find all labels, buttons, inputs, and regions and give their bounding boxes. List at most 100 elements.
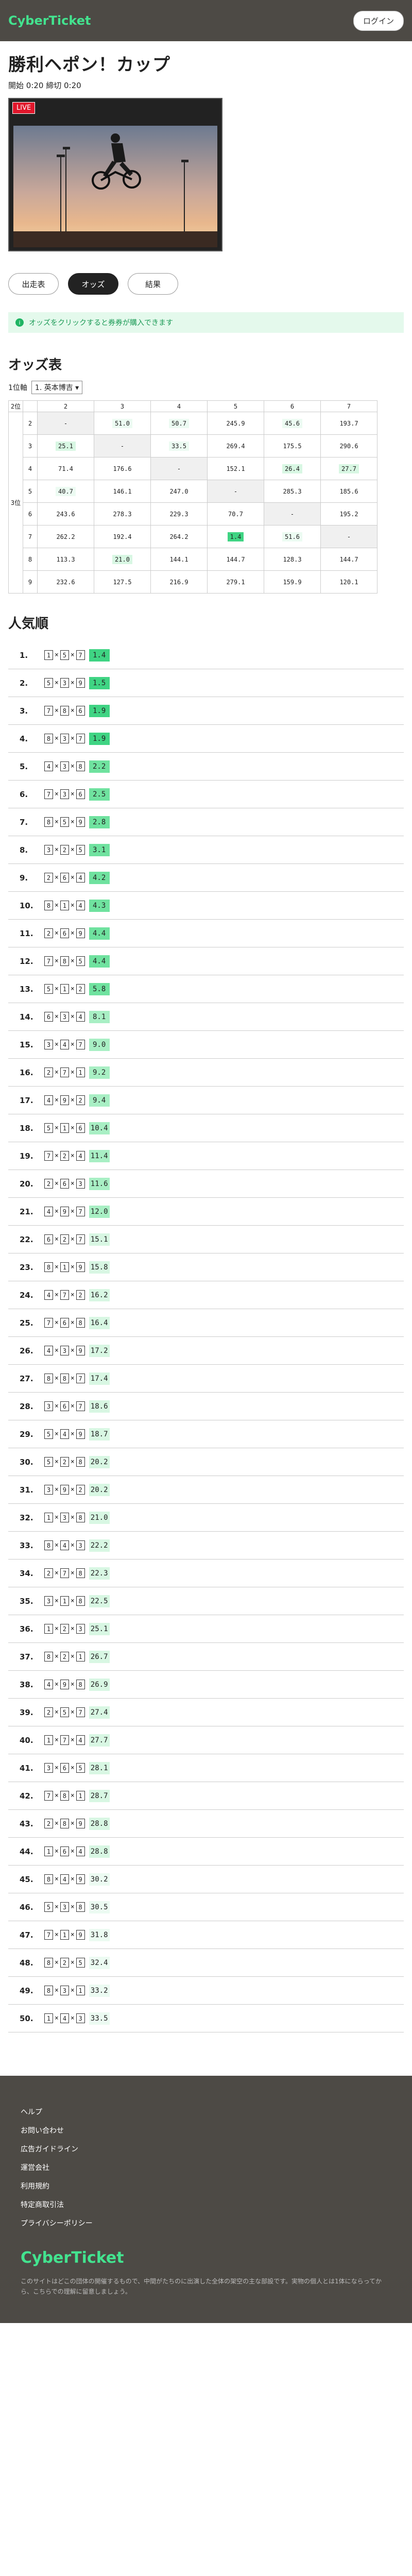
odds-cell[interactable]: 243.6 xyxy=(37,502,94,526)
popular-row[interactable]: 4. 8 × 3 × 7 1.9 xyxy=(8,725,404,753)
popular-odds[interactable]: 16.4 xyxy=(89,1316,110,1329)
popular-row[interactable]: 16. 2 × 7 × 1 9.2 xyxy=(8,1059,404,1087)
popular-odds[interactable]: 11.6 xyxy=(89,1177,110,1190)
popular-row[interactable]: 50. 1 × 4 × 3 33.5 xyxy=(8,2005,404,2032)
popular-row[interactable]: 48. 8 × 2 × 5 32.4 xyxy=(8,1949,404,1977)
popular-odds[interactable]: 30.2 xyxy=(89,1873,110,1886)
popular-odds[interactable]: 9.4 xyxy=(89,1094,110,1107)
popular-row[interactable]: 6. 7 × 3 × 6 2.5 xyxy=(8,781,404,808)
odds-cell[interactable]: 192.4 xyxy=(94,525,151,548)
popular-row[interactable]: 5. 4 × 3 × 8 2.2 xyxy=(8,753,404,781)
popular-odds[interactable]: 11.4 xyxy=(89,1149,110,1162)
popular-odds[interactable]: 8.1 xyxy=(89,1010,110,1023)
odds-cell[interactable]: 185.6 xyxy=(320,480,377,503)
popular-row[interactable]: 45. 8 × 4 × 9 30.2 xyxy=(8,1866,404,1893)
odds-cell[interactable]: 262.2 xyxy=(37,525,94,548)
odds-cell[interactable]: - xyxy=(150,457,208,480)
login-button[interactable]: ログイン xyxy=(353,10,404,31)
odds-cell[interactable]: 33.5 xyxy=(150,434,208,457)
popular-row[interactable]: 32. 1 × 3 × 8 21.0 xyxy=(8,1504,404,1532)
popular-row[interactable]: 33. 8 × 4 × 3 22.2 xyxy=(8,1532,404,1560)
odds-cell[interactable]: 152.1 xyxy=(207,457,264,480)
popular-odds[interactable]: 1.4 xyxy=(89,649,110,662)
popular-odds[interactable]: 22.5 xyxy=(89,1595,110,1607)
popular-odds[interactable]: 28.8 xyxy=(89,1817,110,1830)
odds-cell[interactable]: 128.3 xyxy=(264,548,321,571)
odds-cell[interactable]: 71.4 xyxy=(37,457,94,480)
popular-row[interactable]: 47. 7 × 1 × 9 31.8 xyxy=(8,1921,404,1949)
popular-odds[interactable]: 1.9 xyxy=(89,732,110,745)
odds-cell[interactable]: 229.3 xyxy=(150,502,208,526)
odds-cell[interactable]: - xyxy=(207,480,264,503)
popular-odds[interactable]: 33.5 xyxy=(89,2012,110,2025)
odds-cell[interactable]: - xyxy=(264,502,321,526)
odds-cell[interactable]: 278.3 xyxy=(94,502,151,526)
popular-odds[interactable]: 15.8 xyxy=(89,1261,110,1274)
popular-row[interactable]: 3. 7 × 8 × 6 1.9 xyxy=(8,697,404,725)
odds-table-wrap[interactable]: 2位 2 3 4 5 6 7 3位 2-51.0 50.7 245.9 45.6 193.7 3 25.1-… xyxy=(8,400,412,594)
popular-odds[interactable]: 27.4 xyxy=(89,1706,110,1719)
odds-cell[interactable]: 51.6 xyxy=(264,525,321,548)
popular-row[interactable]: 22. 6 × 2 × 7 15.1 xyxy=(8,1226,404,1253)
popular-row[interactable]: 19. 7 × 2 × 4 11.4 xyxy=(8,1142,404,1170)
odds-cell[interactable]: 175.5 xyxy=(264,434,321,457)
popular-row[interactable]: 35. 3 × 1 × 8 22.5 xyxy=(8,1587,404,1615)
popular-row[interactable]: 44. 1 × 6 × 4 28.8 xyxy=(8,1838,404,1866)
popular-odds[interactable]: 9.0 xyxy=(89,1038,110,1051)
popular-row[interactable]: 15. 3 × 4 × 7 9.0 xyxy=(8,1031,404,1059)
odds-cell[interactable]: 269.4 xyxy=(207,434,264,457)
popular-odds[interactable]: 2.5 xyxy=(89,788,110,801)
popular-odds[interactable]: 4.4 xyxy=(89,927,110,940)
footer-link[interactable]: プライバシーポリシー xyxy=(21,2218,391,2228)
odds-cell[interactable]: 51.0 xyxy=(94,412,151,435)
popular-row[interactable]: 26. 4 × 3 × 9 17.2 xyxy=(8,1337,404,1365)
footer-link[interactable]: 利用規約 xyxy=(21,2181,391,2191)
odds-cell[interactable]: 27.7 xyxy=(320,457,377,480)
popular-row[interactable]: 1. 1 × 5 × 7 1.4 xyxy=(8,641,404,669)
odds-cell[interactable]: 247.0 xyxy=(150,480,208,503)
odds-cell[interactable]: 216.9 xyxy=(150,570,208,594)
popular-row[interactable]: 49. 8 × 3 × 1 33.2 xyxy=(8,1977,404,2005)
popular-row[interactable]: 40. 1 × 7 × 4 27.7 xyxy=(8,1726,404,1754)
popular-row[interactable]: 34. 2 × 7 × 8 22.3 xyxy=(8,1560,404,1587)
odds-cell[interactable]: 45.6 xyxy=(264,412,321,435)
popular-odds[interactable]: 28.8 xyxy=(89,1845,110,1858)
popular-odds[interactable]: 28.7 xyxy=(89,1789,110,1802)
popular-odds[interactable]: 18.7 xyxy=(89,1428,110,1440)
tab-odds[interactable]: オッズ xyxy=(68,273,118,295)
odds-cell[interactable]: 146.1 xyxy=(94,480,151,503)
popular-odds[interactable]: 26.7 xyxy=(89,1650,110,1663)
popular-row[interactable]: 30. 5 × 2 × 8 20.2 xyxy=(8,1448,404,1476)
odds-cell[interactable]: 40.7 xyxy=(37,480,94,503)
popular-row[interactable]: 23. 8 × 1 × 9 15.8 xyxy=(8,1253,404,1281)
popular-odds[interactable]: 32.4 xyxy=(89,1956,110,1969)
popular-odds[interactable]: 27.7 xyxy=(89,1734,110,1747)
popular-row[interactable]: 10. 8 × 1 × 4 4.3 xyxy=(8,892,404,920)
odds-cell[interactable]: - xyxy=(94,434,151,457)
popular-odds[interactable]: 30.5 xyxy=(89,1901,110,1913)
popular-odds[interactable]: 16.2 xyxy=(89,1289,110,1301)
popular-row[interactable]: 24. 4 × 7 × 2 16.2 xyxy=(8,1281,404,1309)
odds-cell[interactable]: 127.5 xyxy=(94,570,151,594)
odds-cell[interactable]: 264.2 xyxy=(150,525,208,548)
odds-cell[interactable]: 26.4 xyxy=(264,457,321,480)
popular-row[interactable]: 8. 3 × 2 × 5 3.1 xyxy=(8,836,404,864)
popular-row[interactable]: 39. 2 × 5 × 7 27.4 xyxy=(8,1699,404,1726)
popular-odds[interactable]: 1.5 xyxy=(89,676,110,689)
popular-odds[interactable]: 4.2 xyxy=(89,871,110,884)
popular-odds[interactable]: 3.1 xyxy=(89,843,110,856)
popular-odds[interactable]: 18.6 xyxy=(89,1400,110,1413)
popular-odds[interactable]: 9.2 xyxy=(89,1066,110,1079)
odds-cell[interactable]: 144.7 xyxy=(207,548,264,571)
tab-results[interactable]: 結果 xyxy=(128,273,178,295)
popular-odds[interactable]: 17.2 xyxy=(89,1344,110,1357)
footer-link[interactable]: お問い合わせ xyxy=(21,2125,391,2136)
first-place-select[interactable]: 1. 英本博吉 ▾ xyxy=(31,381,83,394)
odds-cell[interactable]: 232.6 xyxy=(37,570,94,594)
odds-cell[interactable]: 195.2 xyxy=(320,502,377,526)
popular-odds[interactable]: 26.9 xyxy=(89,1678,110,1691)
footer-link[interactable]: 特定商取引法 xyxy=(21,2199,391,2210)
popular-row[interactable]: 43. 2 × 8 × 9 28.8 xyxy=(8,1810,404,1838)
odds-cell[interactable]: 245.9 xyxy=(207,412,264,435)
live-video[interactable]: LIVE xyxy=(8,98,222,251)
